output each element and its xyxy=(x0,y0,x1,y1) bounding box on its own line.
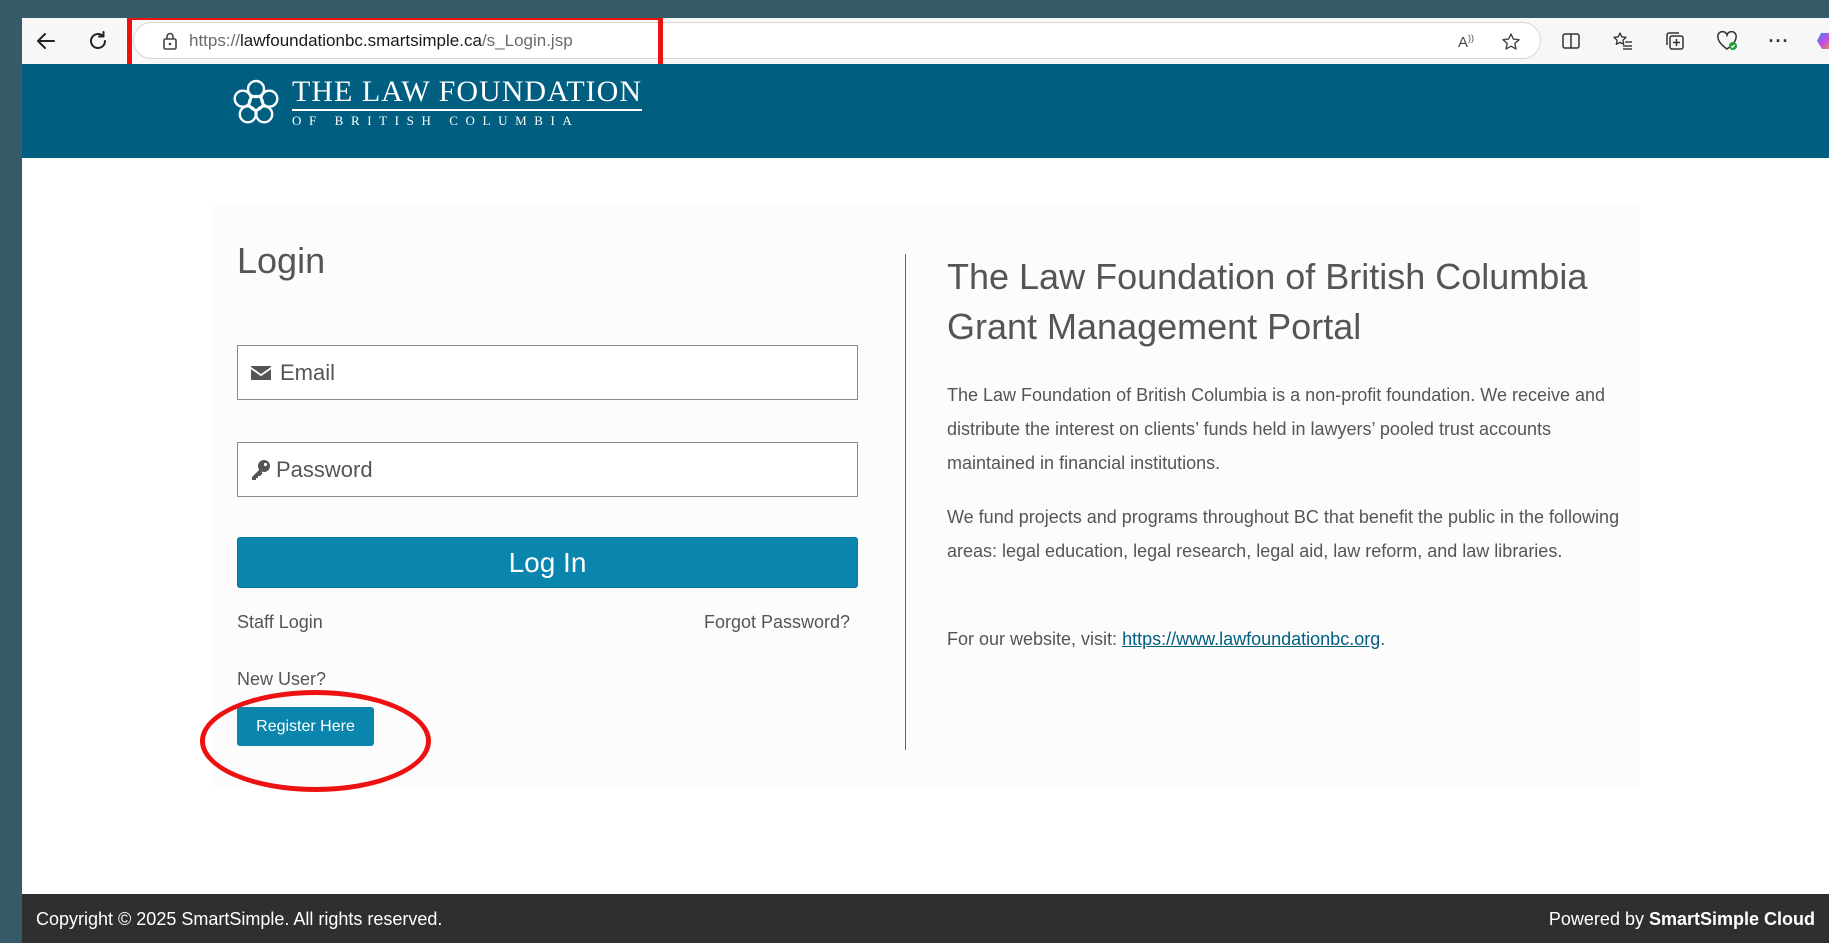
copilot-icon[interactable] xyxy=(1813,29,1829,53)
site-header: THE LAW FOUNDATION OF BRITISH COLUMBIA xyxy=(22,64,1829,158)
new-user-label: New User? xyxy=(237,669,327,689)
powered-by: Powered by SmartSimple Cloud xyxy=(1549,909,1815,930)
forgot-password-link[interactable]: Forgot Password? xyxy=(704,612,850,633)
flower-logo-icon xyxy=(233,79,279,123)
register-here-button[interactable]: Register Here xyxy=(237,707,374,746)
law-foundation-logo[interactable]: THE LAW FOUNDATION OF BRITISH COLUMBIA xyxy=(230,76,643,129)
copyright-text: Copyright © 2025 SmartSimple. All rights… xyxy=(36,909,443,929)
split-screen-icon[interactable] xyxy=(1558,29,1584,53)
powered-prefix: Powered by xyxy=(1548,909,1649,929)
browser-essentials-icon[interactable] xyxy=(1714,29,1740,53)
site-footer: Copyright © 2025 SmartSimple. All rights… xyxy=(22,894,1829,943)
logo-subtitle: OF BRITISH COLUMBIA xyxy=(292,113,580,128)
envelope-icon xyxy=(249,361,273,385)
url-protocol: https:// xyxy=(189,31,241,50)
panel-divider xyxy=(905,254,906,750)
logo-title: THE LAW FOUNDATION xyxy=(292,76,643,111)
url-text[interactable]: https://lawfoundationbc.smartsimple.ca/s… xyxy=(189,31,573,51)
email-input[interactable] xyxy=(280,346,850,399)
url-domain: lawfoundationbc.smartsimple.ca xyxy=(240,31,482,50)
staff-login-link[interactable]: Staff Login xyxy=(237,612,323,633)
favorite-star-icon[interactable] xyxy=(1499,30,1523,54)
back-icon[interactable] xyxy=(32,27,60,55)
key-icon xyxy=(249,458,273,482)
email-field[interactable] xyxy=(237,345,858,400)
more-icon[interactable]: ··· xyxy=(1766,29,1792,53)
url-path: /s_Login.jsp xyxy=(481,31,573,50)
portal-title-line1: The Law Foundation of British Columbia xyxy=(947,256,1588,297)
favorites-icon[interactable] xyxy=(1610,29,1636,53)
website-paragraph: For our website, visit: https://www.lawf… xyxy=(947,622,1627,656)
refresh-icon[interactable] xyxy=(84,27,112,55)
login-title: Login xyxy=(237,240,326,281)
log-in-button[interactable]: Log In xyxy=(237,537,858,588)
password-input[interactable] xyxy=(276,443,846,496)
website-link[interactable]: https://www.lawfoundationbc.org xyxy=(1122,629,1380,649)
website-prefix: For our website, visit: xyxy=(947,629,1123,649)
browser-window: https://lawfoundationbc.smartsimple.ca/s… xyxy=(22,18,1829,943)
read-aloud-icon[interactable]: A)) xyxy=(1454,30,1478,54)
portal-title-line2: Grant Management Portal xyxy=(947,306,1362,347)
portal-title: The Law Foundation of British Columbia G… xyxy=(947,252,1647,352)
intro-paragraph: The Law Foundation of British Columbia i… xyxy=(947,385,1606,473)
website-suffix: . xyxy=(1380,629,1386,649)
lock-icon[interactable] xyxy=(160,31,180,51)
address-bar[interactable]: https://lawfoundationbc.smartsimple.ca/s… xyxy=(133,22,1541,59)
read-aloud-label: A xyxy=(1457,33,1468,51)
password-field[interactable] xyxy=(237,442,858,497)
collections-icon[interactable] xyxy=(1662,29,1688,53)
funding-paragraph: We fund projects and programs throughout… xyxy=(947,507,1620,561)
powered-brand[interactable]: SmartSimple Cloud xyxy=(1649,909,1815,929)
browser-toolbar: https://lawfoundationbc.smartsimple.ca/s… xyxy=(22,18,1829,69)
